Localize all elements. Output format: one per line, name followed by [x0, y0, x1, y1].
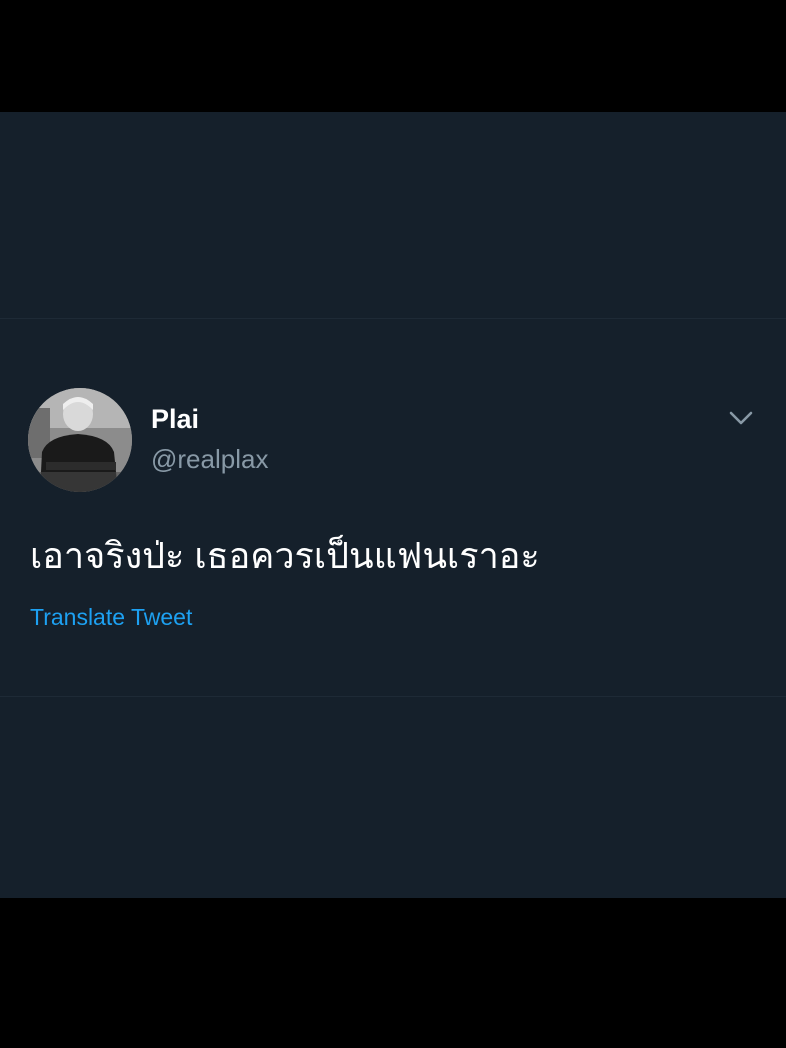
profile-photo-icon — [28, 388, 132, 492]
letterbox-bottom — [0, 898, 786, 1048]
app-area: Plai @realplax เอาจริงป่ะ เธอควรเป็นแฟนเ… — [0, 112, 786, 898]
user-handle[interactable]: @realplax — [151, 443, 268, 475]
chevron-down-icon[interactable] — [726, 403, 756, 433]
tweet[interactable]: Plai @realplax เอาจริงป่ะ เธอควรเป็นแฟนเ… — [0, 319, 786, 696]
letterbox-top — [0, 0, 786, 112]
display-name[interactable]: Plai — [151, 403, 199, 435]
divider-bottom — [0, 696, 786, 697]
avatar[interactable] — [28, 388, 132, 492]
screen: Plai @realplax เอาจริงป่ะ เธอควรเป็นแฟนเ… — [0, 0, 786, 1048]
tweet-text: เอาจริงป่ะ เธอควรเป็นแฟนเราอะ — [30, 535, 540, 576]
translate-tweet-link[interactable]: Translate Tweet — [30, 602, 192, 632]
